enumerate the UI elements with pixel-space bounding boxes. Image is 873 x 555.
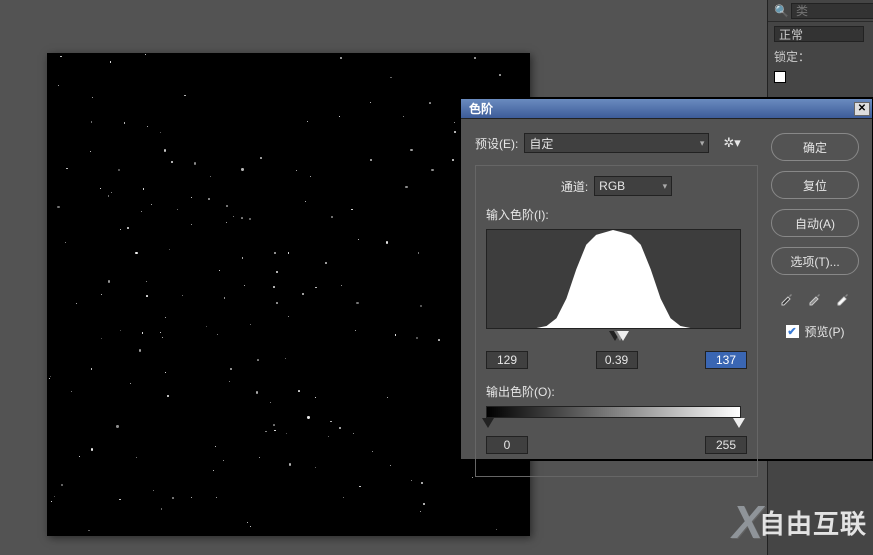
output-gradient [486, 406, 741, 418]
layer-search-input[interactable] [791, 3, 873, 19]
layer-swatch [774, 71, 786, 83]
output-slider-track[interactable] [486, 418, 743, 430]
output-white-field[interactable]: 255 [705, 436, 747, 454]
ok-button[interactable]: 确定 [771, 133, 859, 161]
preset-select[interactable]: 自定▾ [524, 133, 709, 153]
options-button[interactable]: 选项(T)... [771, 247, 859, 275]
preview-label: 预览(P) [805, 323, 845, 340]
levels-dialog: 色阶 ✕ 预设(E): 自定▾ ✲▾ 通道: RGB▾ 输入色阶(I): [460, 98, 873, 460]
preview-checkbox[interactable]: ✔ [786, 325, 799, 338]
black-eyedropper-icon[interactable] [778, 289, 796, 307]
input-gamma-field[interactable]: 0.39 [596, 351, 638, 369]
channel-label: 通道: [561, 178, 588, 195]
watermark: X 自由互联 [732, 495, 867, 549]
input-white-field[interactable]: 137 [705, 351, 747, 369]
levels-fieldset: 通道: RGB▾ 输入色阶(I): 129 [475, 165, 758, 477]
auto-button[interactable]: 自动(A) [771, 209, 859, 237]
lock-label: 锁定： [768, 46, 873, 67]
dialog-title: 色阶 [469, 100, 493, 117]
preset-menu-icon[interactable]: ✲▾ [723, 135, 740, 151]
channel-select[interactable]: RGB▾ [594, 176, 672, 196]
histogram [486, 229, 741, 329]
close-icon[interactable]: ✕ [854, 102, 870, 116]
input-black-field[interactable]: 129 [486, 351, 528, 369]
white-eyedropper-icon[interactable] [834, 289, 852, 307]
gray-eyedropper-icon[interactable] [806, 289, 824, 307]
reset-button[interactable]: 复位 [771, 171, 859, 199]
input-slider-track[interactable] [486, 331, 747, 343]
dialog-titlebar[interactable]: 色阶 ✕ [461, 99, 872, 119]
chevron-down-icon: ▾ [663, 181, 668, 192]
preset-label: 预设(E): [475, 135, 518, 152]
output-white-slider[interactable] [733, 418, 745, 428]
input-levels-label: 输入色阶(I): [486, 206, 747, 223]
chevron-down-icon: ▾ [700, 138, 705, 149]
output-black-slider[interactable] [482, 418, 494, 428]
watermark-logo-icon: X [732, 495, 757, 549]
search-icon: 🔍 [774, 4, 789, 18]
canvas-image [47, 53, 530, 536]
output-black-field[interactable]: 0 [486, 436, 528, 454]
blend-mode-select[interactable]: 正常 [774, 26, 864, 42]
output-levels-label: 输出色阶(O): [486, 383, 747, 400]
white-point-slider[interactable] [617, 331, 629, 341]
